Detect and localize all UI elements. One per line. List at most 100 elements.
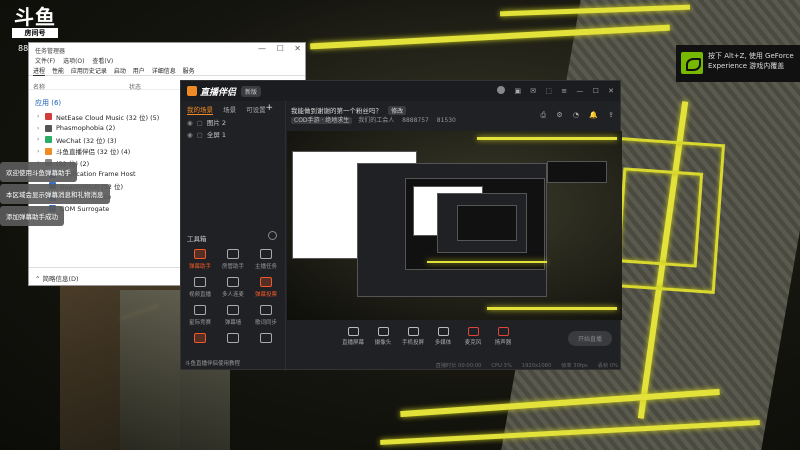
source-button[interactable]: 麦克风 [459, 325, 487, 346]
tutorial-link[interactable]: 斗鱼直播伴侣使用教程 [185, 359, 240, 367]
close-button[interactable]: ✕ [608, 87, 614, 95]
app-brand: 直播伴侣 [187, 85, 236, 98]
bell-icon[interactable]: 🔔 [589, 111, 598, 119]
status-bar: 直播时长 00:00:00 CPU 3% 1920x1080 帧率 30fps 丢帧 0… [287, 359, 622, 371]
chevron-right-icon[interactable]: › [37, 125, 45, 132]
source-icon [377, 327, 389, 336]
tool-button[interactable]: 弹幕助手 [185, 245, 215, 275]
maximize-button[interactable]: ☐ [593, 87, 599, 95]
source-button[interactable]: 直播屏幕 [339, 325, 367, 346]
streaming-app-window[interactable]: 直播伴侣 新版 ▣ ✉ ⬚ ≡ — ☐ ✕ 我的场景 场景 可设置 + ◉ ▢ 图片… [180, 80, 622, 371]
tool-button[interactable]: 多人连麦 [218, 273, 248, 303]
col-name[interactable]: 名称 [33, 84, 45, 91]
chevron-right-icon[interactable]: › [37, 148, 45, 155]
maximize-button[interactable]: ☐ [277, 44, 284, 53]
app-icon [45, 113, 52, 121]
source-button[interactable]: 摄像头 [369, 325, 397, 346]
tab-details[interactable]: 详细信息 [152, 68, 176, 75]
yellow-beam [427, 261, 547, 263]
menu-options[interactable]: 选项(O) [63, 58, 84, 65]
tool-button[interactable]: 歌词同步 [251, 301, 281, 331]
mail-icon[interactable]: ✉ [530, 87, 536, 95]
source-button[interactable]: 扬声器 [489, 325, 517, 346]
add-scene-button[interactable]: + [265, 103, 273, 113]
tab-app-history[interactable]: 应用历史记录 [71, 68, 107, 75]
tool-button[interactable] [218, 329, 248, 359]
tool-button[interactable]: 星际竞赛 [185, 301, 215, 331]
tool-button[interactable]: 弹幕投票 [251, 273, 281, 303]
stream-logo: 斗鱼 房间号 [12, 5, 58, 38]
tool-button[interactable] [185, 329, 215, 359]
tool-icon [194, 305, 206, 315]
avatar[interactable] [497, 86, 506, 94]
minimize-button[interactable]: — [258, 44, 266, 53]
source-label: 麦克风 [464, 340, 482, 346]
tool-icon [227, 277, 239, 287]
window-icon[interactable]: ⬚ [545, 87, 552, 95]
chevron-right-icon[interactable]: › [37, 136, 45, 143]
status-item: 直播时长 00:00:00 [435, 363, 482, 369]
nvidia-logo-icon [681, 52, 703, 74]
menu-view[interactable]: 查看(V) [92, 58, 113, 65]
process-name: 斗鱼直播伴侣 (32 位) (4) [56, 148, 131, 157]
toolbox-settings-icon[interactable] [268, 231, 277, 240]
timer-icon[interactable]: ◔ [573, 111, 579, 119]
yellow-beam [487, 307, 617, 310]
app-icon [45, 136, 52, 144]
tool-button[interactable] [251, 329, 281, 359]
nvidia-text-1: 按下 Alt+Z, 使用 GeForce [708, 52, 794, 60]
tab-startup[interactable]: 启动 [114, 68, 126, 75]
tool-icon [260, 277, 272, 287]
taskmgr-titlebar[interactable]: 任务管理器 — ☐ ✕ [29, 43, 305, 55]
tool-icon [194, 277, 206, 287]
app-top-controls: ▣ ✉ ⬚ ≡ — ☐ ✕ [490, 86, 614, 95]
scene-item[interactable]: ◉ ▢ 全屏 1 [181, 127, 285, 139]
source-button[interactable]: 手机投屏 [399, 325, 427, 346]
tab-performance[interactable]: 性能 [52, 68, 64, 75]
tab-services[interactable]: 服务 [183, 68, 195, 75]
category-pill[interactable]: COD手游 · 绝地求生 [291, 117, 353, 124]
chevron-right-icon[interactable]: › [37, 113, 45, 120]
tab-processes[interactable]: 进程 [33, 68, 46, 76]
scene-item[interactable]: ◉ ▢ 图片 2 [181, 115, 285, 127]
meta-heat: 81530 [436, 117, 456, 124]
tool-button[interactable]: 房管助手 [218, 245, 248, 275]
tab-scenes[interactable]: 场景 [223, 106, 236, 114]
screen-icon[interactable]: ▣ [514, 87, 521, 95]
gear-icon[interactable]: ⚙ [556, 111, 562, 119]
scene-tabs: 我的场景 场景 可设置 + [181, 101, 285, 115]
app-titlebar[interactable]: 直播伴侣 新版 ▣ ✉ ⬚ ≡ — ☐ ✕ [181, 81, 620, 101]
tool-label: 弹幕墙 [224, 320, 242, 326]
tool-icon [260, 333, 272, 343]
taskmgr-menubar: 文件(F) 选项(O) 查看(V) [29, 55, 305, 65]
minimize-button[interactable]: — [576, 87, 583, 95]
tab-my-scenes[interactable]: 我的场景 [187, 106, 213, 115]
record-icon[interactable]: ⎙ [540, 111, 546, 119]
tool-button[interactable]: 视频直播 [185, 273, 215, 303]
footer-label: 简略信息(D) [42, 275, 79, 283]
tool-button[interactable]: 弹幕墙 [218, 301, 248, 331]
source-icon [497, 327, 509, 336]
eye-icon: ◉ [187, 131, 193, 139]
source-button[interactable]: 多媒体 [429, 325, 457, 346]
edit-title-button[interactable]: 修改 [388, 106, 407, 115]
tab-settings[interactable]: 可设置 [246, 106, 266, 114]
tip-area: 本区域会显示弹幕消息和礼物消息 [0, 184, 110, 204]
tool-label: 主播任务 [254, 264, 277, 270]
status-item: CPU 3% [491, 363, 512, 369]
process-name: COM Surrogate [60, 204, 110, 213]
share-icon[interactable]: ⇪ [608, 111, 614, 119]
stream-preview[interactable] [287, 131, 622, 320]
tool-icon [260, 305, 272, 315]
tool-button[interactable]: 主播任务 [251, 245, 281, 275]
menu-file[interactable]: 文件(F) [35, 58, 55, 65]
start-live-button[interactable]: 开始直播 [567, 331, 612, 346]
version-badge[interactable]: 新版 [241, 86, 262, 97]
tool-label: 房管助手 [221, 264, 244, 270]
col-status[interactable]: 状态 [129, 82, 141, 91]
toolbox-title: 工具箱 [187, 235, 207, 243]
tab-users[interactable]: 用户 [133, 68, 145, 75]
menu-icon[interactable]: ≡ [561, 87, 567, 95]
nvidia-text-2: Experience 游戏内覆盖 [708, 62, 785, 70]
close-button[interactable]: ✕ [294, 44, 301, 53]
